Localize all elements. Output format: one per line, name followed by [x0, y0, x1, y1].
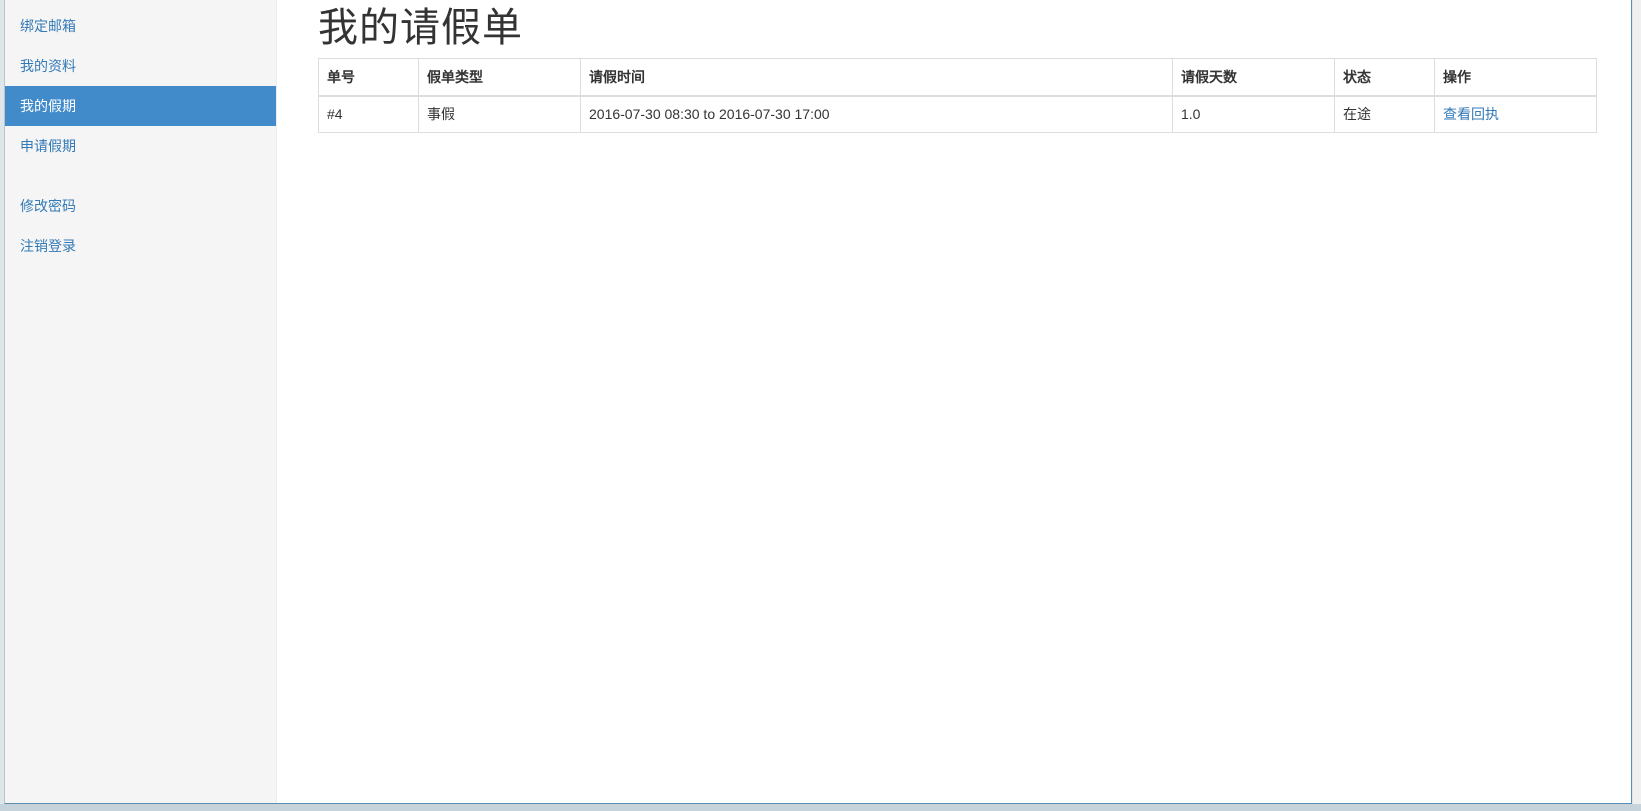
column-header-action: 操作	[1434, 58, 1597, 97]
cell-id: #4	[318, 95, 419, 133]
table-header-row: 单号 假单类型 请假时间 请假天数 状态 操作	[318, 58, 1597, 97]
main-content: 我的请假单 单号 假单类型 请假时间 请假天数 状态 操作 #4 事假 2016…	[318, 0, 1598, 133]
sidebar-nav-primary: 绑定邮箱 我的资料 我的假期 申请假期	[5, 6, 276, 166]
window-right-edge	[1633, 0, 1641, 804]
sidebar-item-my-profile[interactable]: 我的资料	[5, 46, 276, 86]
browser-window: 绑定邮箱 我的资料 我的假期 申请假期 修改密码 注销登录 我的请假单 单号 假…	[4, 0, 1632, 804]
sidebar-item-apply-leave[interactable]: 申请假期	[5, 126, 276, 166]
sidebar-nav-account: 修改密码 注销登录	[5, 186, 276, 266]
taskbar-strip	[0, 804, 1641, 811]
view-receipt-link[interactable]: 查看回执	[1443, 106, 1499, 122]
column-header-days: 请假天数	[1172, 58, 1335, 97]
cell-days: 1.0	[1172, 95, 1335, 133]
column-header-type: 假单类型	[418, 58, 581, 97]
sidebar: 绑定邮箱 我的资料 我的假期 申请假期 修改密码 注销登录	[5, 0, 277, 803]
cell-type: 事假	[418, 95, 581, 133]
cell-status: 在途	[1334, 95, 1435, 133]
cell-time: 2016-07-30 08:30 to 2016-07-30 17:00	[580, 95, 1173, 133]
table-row: #4 事假 2016-07-30 08:30 to 2016-07-30 17:…	[318, 95, 1597, 133]
sidebar-item-bind-email[interactable]: 绑定邮箱	[5, 6, 276, 46]
sidebar-item-change-password[interactable]: 修改密码	[5, 186, 276, 226]
column-header-id: 单号	[318, 58, 419, 97]
column-header-time: 请假时间	[580, 58, 1173, 97]
cell-action: 查看回执	[1434, 95, 1597, 133]
column-header-status: 状态	[1334, 58, 1435, 97]
leave-table: 单号 假单类型 请假时间 请假天数 状态 操作 #4 事假 2016-07-30…	[318, 58, 1597, 133]
sidebar-item-my-leave[interactable]: 我的假期	[5, 86, 276, 126]
page-title: 我的请假单	[318, 6, 523, 50]
sidebar-item-logout[interactable]: 注销登录	[5, 226, 276, 266]
